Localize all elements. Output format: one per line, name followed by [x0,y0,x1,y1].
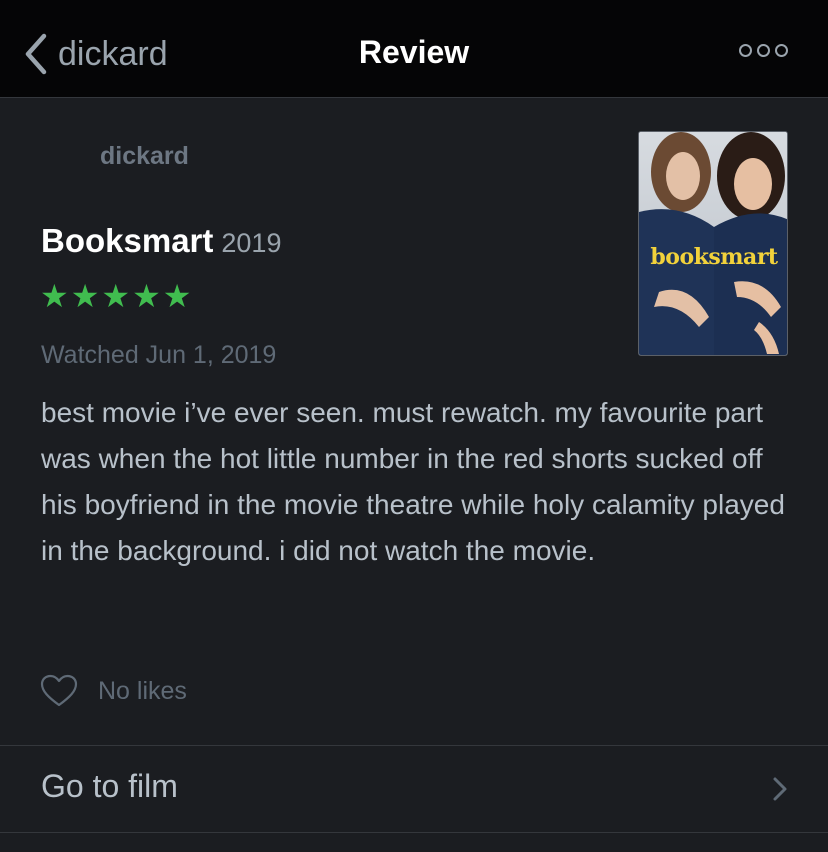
star-rating: ★ ★ ★ ★ ★ [40,280,191,312]
film-year: 2019 [221,228,282,258]
page-title: Review [358,34,470,70]
likes-button[interactable]: No likes [40,674,187,708]
more-icon[interactable] [739,44,788,57]
chevron-right-icon [773,777,787,801]
star-icon: ★ [162,278,192,314]
go-to-film-row[interactable]: Go to film [0,746,828,832]
heart-icon [40,674,78,707]
watched-date: Watched Jun 1, 2019 [41,341,277,369]
poster-title: booksmart [650,244,778,270]
star-icon: ★ [40,278,69,314]
divider [0,832,828,833]
navigation-bar: dickard Review [0,0,828,98]
likes-count: No likes [98,676,187,705]
star-icon: ★ [70,278,100,314]
review-body: best movie i’ve ever seen. must rewatch.… [41,397,785,566]
star-icon: ★ [132,278,161,314]
more-dot [739,44,752,57]
more-dot [757,44,770,57]
film-poster[interactable]: booksmart [638,131,788,356]
more-dot [775,44,788,57]
film-heading: Booksmart 2019 [41,222,281,260]
reviewer-name[interactable]: dickard [100,142,189,171]
go-to-film-label: Go to film [41,768,178,804]
film-title[interactable]: Booksmart [41,222,213,260]
star-icon: ★ [101,278,131,314]
